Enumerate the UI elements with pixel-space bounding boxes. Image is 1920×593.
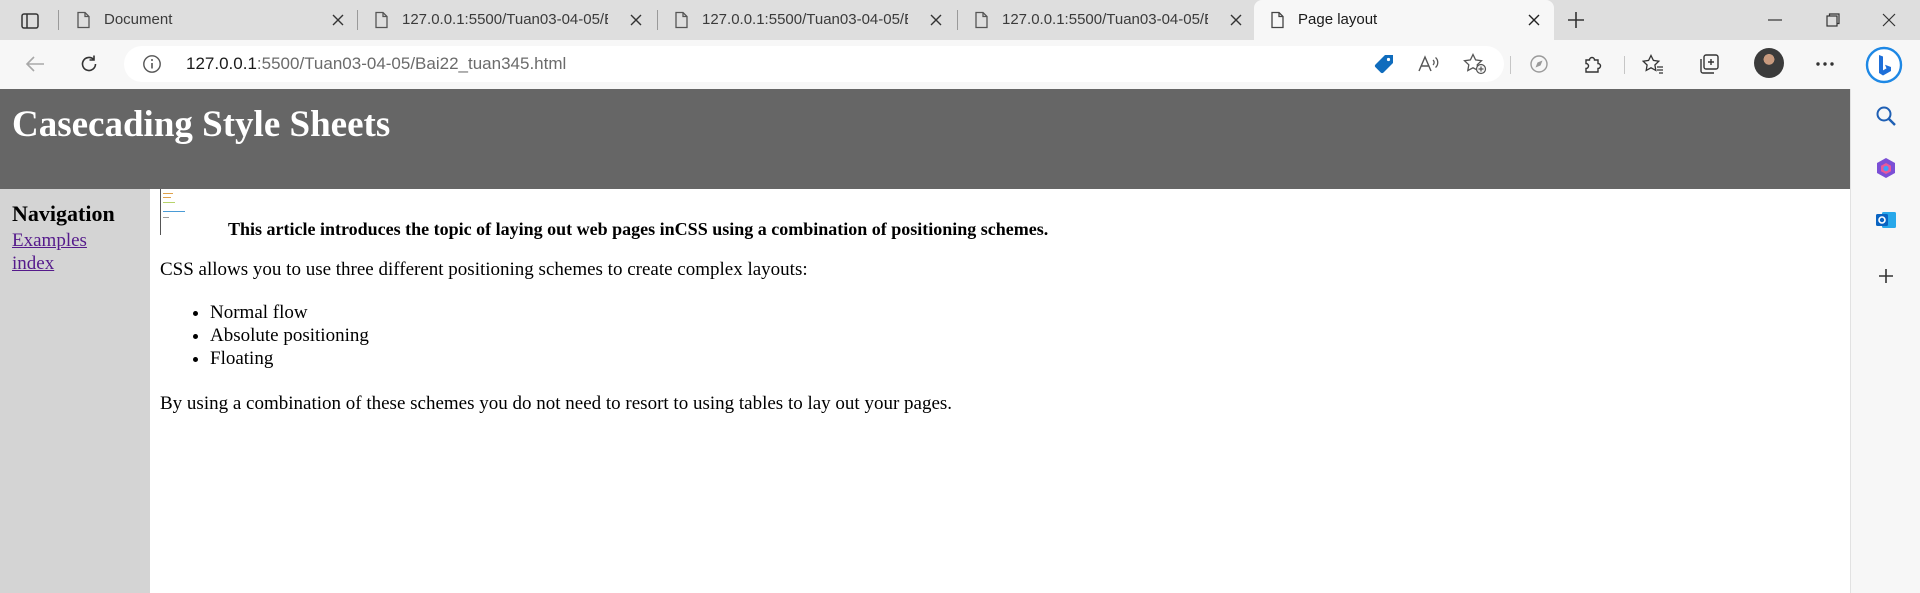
site-info-icon[interactable] <box>142 54 162 74</box>
tab-document[interactable]: Document <box>60 0 356 40</box>
extensions-icon[interactable] <box>1576 48 1610 80</box>
add-favorite-icon[interactable] <box>1458 48 1492 80</box>
profile-avatar[interactable] <box>1754 48 1784 78</box>
tab-title: 127.0.0.1:5500/Tuan03-04-05/Bai <box>702 11 908 28</box>
toolbar-divider <box>1510 56 1511 74</box>
list-item: Normal flow <box>210 301 369 324</box>
tab-page-layout[interactable]: Page layout <box>1254 0 1554 40</box>
url-text[interactable]: 127.0.0.1:5500/Tuan03-04-05/Bai22_tuan34… <box>186 54 566 74</box>
tab-title: 127.0.0.1:5500/Tuan03-04-05/Bai <box>402 11 608 28</box>
close-tab-icon[interactable] <box>1524 10 1544 30</box>
outlook-icon[interactable] <box>1871 205 1901 235</box>
restore-icon[interactable] <box>1810 0 1856 40</box>
page-icon <box>975 11 988 29</box>
back-icon[interactable] <box>18 48 52 80</box>
new-tab-icon[interactable] <box>1562 6 1590 34</box>
read-aloud-icon[interactable] <box>1412 48 1446 80</box>
list-item: Absolute positioning <box>210 324 369 347</box>
minimize-icon[interactable] <box>1752 0 1798 40</box>
toolbar-divider <box>1624 56 1625 74</box>
tab-page-4[interactable]: 127.0.0.1:5500/Tuan03-04-05/Bai <box>958 0 1254 40</box>
closing-paragraph: By using a combination of these schemes … <box>160 393 953 414</box>
browser-side-pane <box>1850 89 1920 593</box>
close-tab-icon[interactable] <box>926 10 946 30</box>
favorites-icon[interactable] <box>1636 48 1670 80</box>
tab-page-3[interactable]: 127.0.0.1:5500/Tuan03-04-05/Bai <box>658 0 956 40</box>
close-tab-icon[interactable] <box>626 10 646 30</box>
price-tag-icon[interactable] <box>1367 48 1401 80</box>
more-icon[interactable] <box>1808 48 1842 80</box>
search-icon[interactable] <box>1871 101 1901 131</box>
page-icon <box>1271 11 1284 29</box>
web-page: Casecading Style Sheets Navigation Examp… <box>0 89 1850 593</box>
close-window-icon[interactable] <box>1866 0 1912 40</box>
nav-heading: Navigation <box>12 201 115 226</box>
intro-paragraph: CSS allows you to use three different po… <box>160 259 808 280</box>
tab-title: 127.0.0.1:5500/Tuan03-04-05/Bai <box>1002 11 1208 28</box>
examples-index-link[interactable]: Examples index <box>12 229 122 275</box>
add-icon[interactable] <box>1871 261 1901 291</box>
page-title: Casecading Style Sheets <box>12 104 391 145</box>
collections-icon[interactable] <box>1692 48 1726 80</box>
list-item: Floating <box>210 347 369 370</box>
tab-page-2[interactable]: 127.0.0.1:5500/Tuan03-04-05/Bai <box>358 0 656 40</box>
article-thumbnail-image <box>160 189 185 235</box>
browser-essentials-icon[interactable] <box>1522 48 1556 80</box>
address-bar[interactable]: 127.0.0.1:5500/Tuan03-04-05/Bai22_tuan34… <box>124 46 1504 82</box>
office-icon[interactable] <box>1871 153 1901 183</box>
refresh-icon[interactable] <box>72 48 106 80</box>
bing-copilot-icon[interactable] <box>1862 44 1906 86</box>
article-lead: This article introduces the topic of lay… <box>228 219 1049 239</box>
tab-actions-icon[interactable] <box>14 7 46 35</box>
url-path: :5500/Tuan03-04-05/Bai22_tuan345.html <box>256 54 567 73</box>
nav-column: Navigation Examples index <box>0 189 150 593</box>
close-tab-icon[interactable] <box>328 10 348 30</box>
page-icon <box>77 11 90 29</box>
page-icon <box>675 11 688 29</box>
page-header: Casecading Style Sheets <box>0 89 1850 189</box>
page-icon <box>375 11 388 29</box>
url-host: 127.0.0.1 <box>186 54 257 73</box>
tab-separator <box>58 10 59 30</box>
browser-toolbar: 127.0.0.1:5500/Tuan03-04-05/Bai22_tuan34… <box>0 40 1920 89</box>
positioning-schemes-list: Normal flow Absolute positioning Floatin… <box>210 301 369 370</box>
close-tab-icon[interactable] <box>1226 10 1246 30</box>
main-content: This article introduces the topic of lay… <box>160 189 1840 593</box>
tab-title: Document <box>104 11 173 28</box>
tab-strip: Document 127.0.0.1:5500/Tuan03-04-05/Bai… <box>0 0 1920 40</box>
tab-title: Page layout <box>1298 11 1378 28</box>
